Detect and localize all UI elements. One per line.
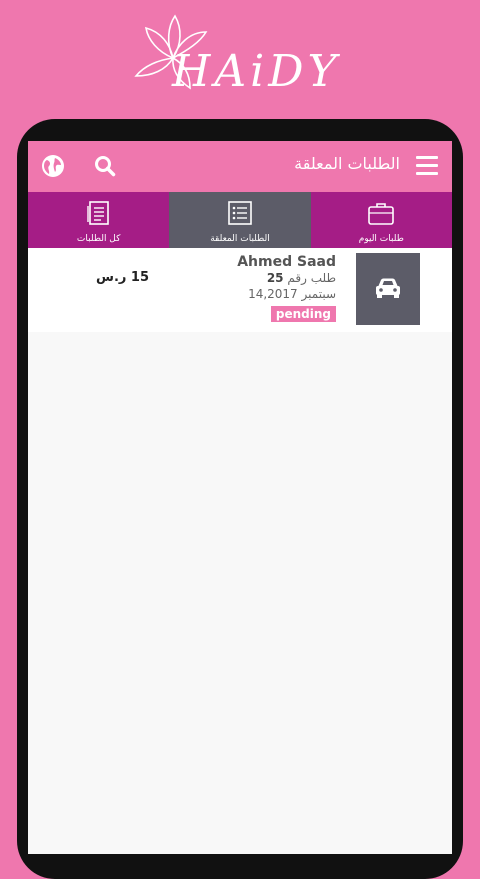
globe-icon[interactable] <box>41 154 65 178</box>
order-price: 15 ر.س <box>96 270 149 285</box>
tab-today-orders[interactable]: طلبات اليوم <box>311 192 452 248</box>
tab-pending-orders[interactable]: الطلبات المعلقة <box>169 192 311 248</box>
price-value: 15 <box>130 270 149 285</box>
app-bar: الطلبات المعلقة <box>28 141 452 192</box>
status-badge: pending <box>270 306 336 322</box>
order-date-day-year: 14,2017 <box>248 287 298 301</box>
search-icon[interactable] <box>94 155 116 177</box>
order-list-item[interactable]: Ahmed Saad طلب رقم 25 سبتمبر 14,2017 pen… <box>28 248 452 332</box>
tab-label: الطلبات المعلقة <box>210 234 270 244</box>
tab-bar: كل الطلبات الطلبات المعلقة طلبات اليوم <box>28 192 452 248</box>
tab-all-orders[interactable]: كل الطلبات <box>28 192 169 248</box>
order-number-label: طلب رقم <box>287 271 336 285</box>
menu-icon[interactable] <box>416 156 438 176</box>
list-icon <box>228 201 252 225</box>
customer-name: Ahmed Saad <box>237 254 336 270</box>
page-title: الطلبات المعلقة <box>294 154 400 173</box>
car-icon <box>376 278 400 298</box>
order-date: سبتمبر 14,2017 <box>248 287 336 301</box>
document-icon <box>86 201 109 225</box>
tab-label: طلبات اليوم <box>358 234 404 244</box>
price-currency: ر.س <box>96 270 127 285</box>
brand-logo: HAiDY <box>0 0 480 110</box>
order-date-month: سبتمبر <box>301 287 336 301</box>
order-number-line: طلب رقم 25 <box>267 271 336 285</box>
order-thumbnail <box>356 253 420 325</box>
order-number: 25 <box>266 271 284 285</box>
brand-name: HAiDY <box>172 46 341 97</box>
app-screen: الطلبات المعلقة كل الطلبات الطلبات المعل… <box>28 141 452 854</box>
tab-label: كل الطلبات <box>76 234 121 244</box>
briefcase-icon <box>368 203 395 225</box>
